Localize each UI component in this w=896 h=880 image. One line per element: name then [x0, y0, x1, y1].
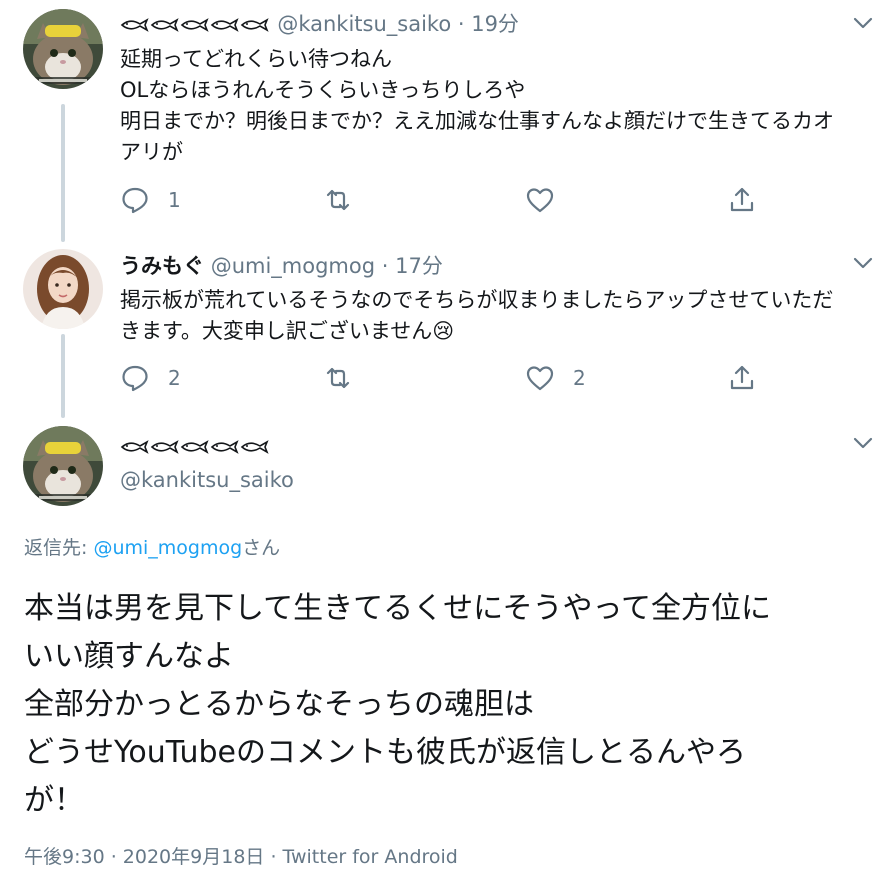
retweet-icon [323, 185, 353, 215]
tweet-line: どうせYouTubeのコメントも彼氏が返信しとるんやろ [24, 735, 746, 770]
main-tweet-text: 本当は男を見下して生きてるくせにそうやって全方位に いい顔すんなよ 全部分かっと… [24, 585, 771, 825]
share-button[interactable] [727, 363, 757, 393]
fish-icon [180, 440, 210, 454]
reply-button[interactable]: 2 [120, 363, 181, 393]
tweet-line: いい顔すんなよ [24, 639, 234, 674]
reply-suffix: さん [242, 537, 281, 559]
timestamp[interactable]: · 17分 [382, 254, 443, 278]
fish-icon [180, 18, 210, 32]
reply-icon [120, 363, 150, 393]
share-icon [727, 185, 757, 215]
reply-handle-link[interactable]: @umi_mogmog [93, 537, 242, 559]
tweet-header: うみもぐ @umi_mogmog · 17分 [120, 252, 443, 280]
like-count: 2 [573, 366, 586, 390]
chevron-down-icon[interactable] [849, 429, 877, 457]
display-name[interactable] [120, 12, 277, 36]
tweet-line: 延期ってどれくらい待つねん [120, 47, 392, 71]
handle[interactable]: @kankitsu_saiko [120, 466, 294, 494]
tweet-line: きます。大変申し訳ございません😢 [120, 319, 455, 343]
retweet-icon [323, 363, 353, 393]
tweet-1[interactable]: @kankitsu_saiko · 19分 延期ってどれくらい待つねん OLなら… [0, 0, 896, 240]
reply-button[interactable]: 1 [120, 185, 181, 215]
tweet-line: 本当は男を見下して生きてるくせにそうやって全方位に [24, 591, 771, 626]
reply-to: 返信先: @umi_mogmogさん [24, 533, 280, 560]
tweet-2[interactable]: うみもぐ @umi_mogmog · 17分 掲示板が荒れているそうなのでそちら… [0, 240, 896, 420]
display-name[interactable] [120, 432, 270, 460]
fish-icon [210, 18, 240, 32]
tweet-header: @kankitsu_saiko · 19分 [120, 10, 519, 38]
chevron-down-icon[interactable] [849, 249, 877, 277]
avatar[interactable] [23, 9, 103, 89]
tweet-text: 掲示板が荒れているそうなのでそちらが収まりましたらアップさせていただ きます。大… [120, 285, 833, 347]
avatar[interactable] [23, 249, 103, 329]
avatar[interactable] [23, 426, 103, 506]
chevron-down-icon[interactable] [849, 9, 877, 37]
share-icon [727, 363, 757, 393]
heart-icon [525, 363, 555, 393]
fish-icon [240, 18, 270, 32]
share-button[interactable] [727, 185, 757, 215]
tweet-meta[interactable]: 午後9:30 · 2020年9月18日 · Twitter for Androi… [24, 842, 458, 869]
reply-count: 1 [168, 188, 181, 212]
fish-icon [150, 440, 180, 454]
tweet-line: アリが [120, 140, 183, 164]
handle[interactable]: @umi_mogmog [211, 254, 375, 278]
reply-prefix: 返信先: [24, 537, 94, 559]
tweet-line: 掲示板が荒れているそうなのでそちらが収まりましたらアップさせていただ [120, 288, 834, 312]
reply-icon [120, 185, 150, 215]
tweet-text: 延期ってどれくらい待つねん OLならほうれんそうくらいきっちりしろや 明日までか… [120, 44, 834, 168]
display-name[interactable]: うみもぐ [120, 254, 204, 278]
action-bar: 1 [0, 185, 896, 225]
tweet-line: 明日までか？明後日までか？ええ加減な仕事すんなよ顔だけで生きてるカオ [120, 109, 834, 133]
retweet-button[interactable] [323, 363, 353, 393]
fish-icon [120, 18, 150, 32]
handle[interactable]: @kankitsu_saiko [277, 12, 451, 36]
timestamp[interactable]: · 19分 [458, 12, 519, 36]
action-bar: 2 2 [0, 363, 896, 403]
heart-icon [525, 185, 555, 215]
fish-icon [210, 440, 240, 454]
fish-icon [240, 440, 270, 454]
fish-icon [120, 440, 150, 454]
fish-icon [150, 18, 180, 32]
reply-count: 2 [168, 366, 181, 390]
tweet-line: が！ [24, 783, 84, 818]
tweet-line: OLならほうれんそうくらいきっちりしろや [120, 78, 526, 102]
like-button[interactable]: 2 [525, 363, 586, 393]
retweet-button[interactable] [323, 185, 353, 215]
tweet-line: 全部分かっとるからなそっちの魂胆は [24, 687, 534, 722]
like-button[interactable] [525, 185, 555, 215]
